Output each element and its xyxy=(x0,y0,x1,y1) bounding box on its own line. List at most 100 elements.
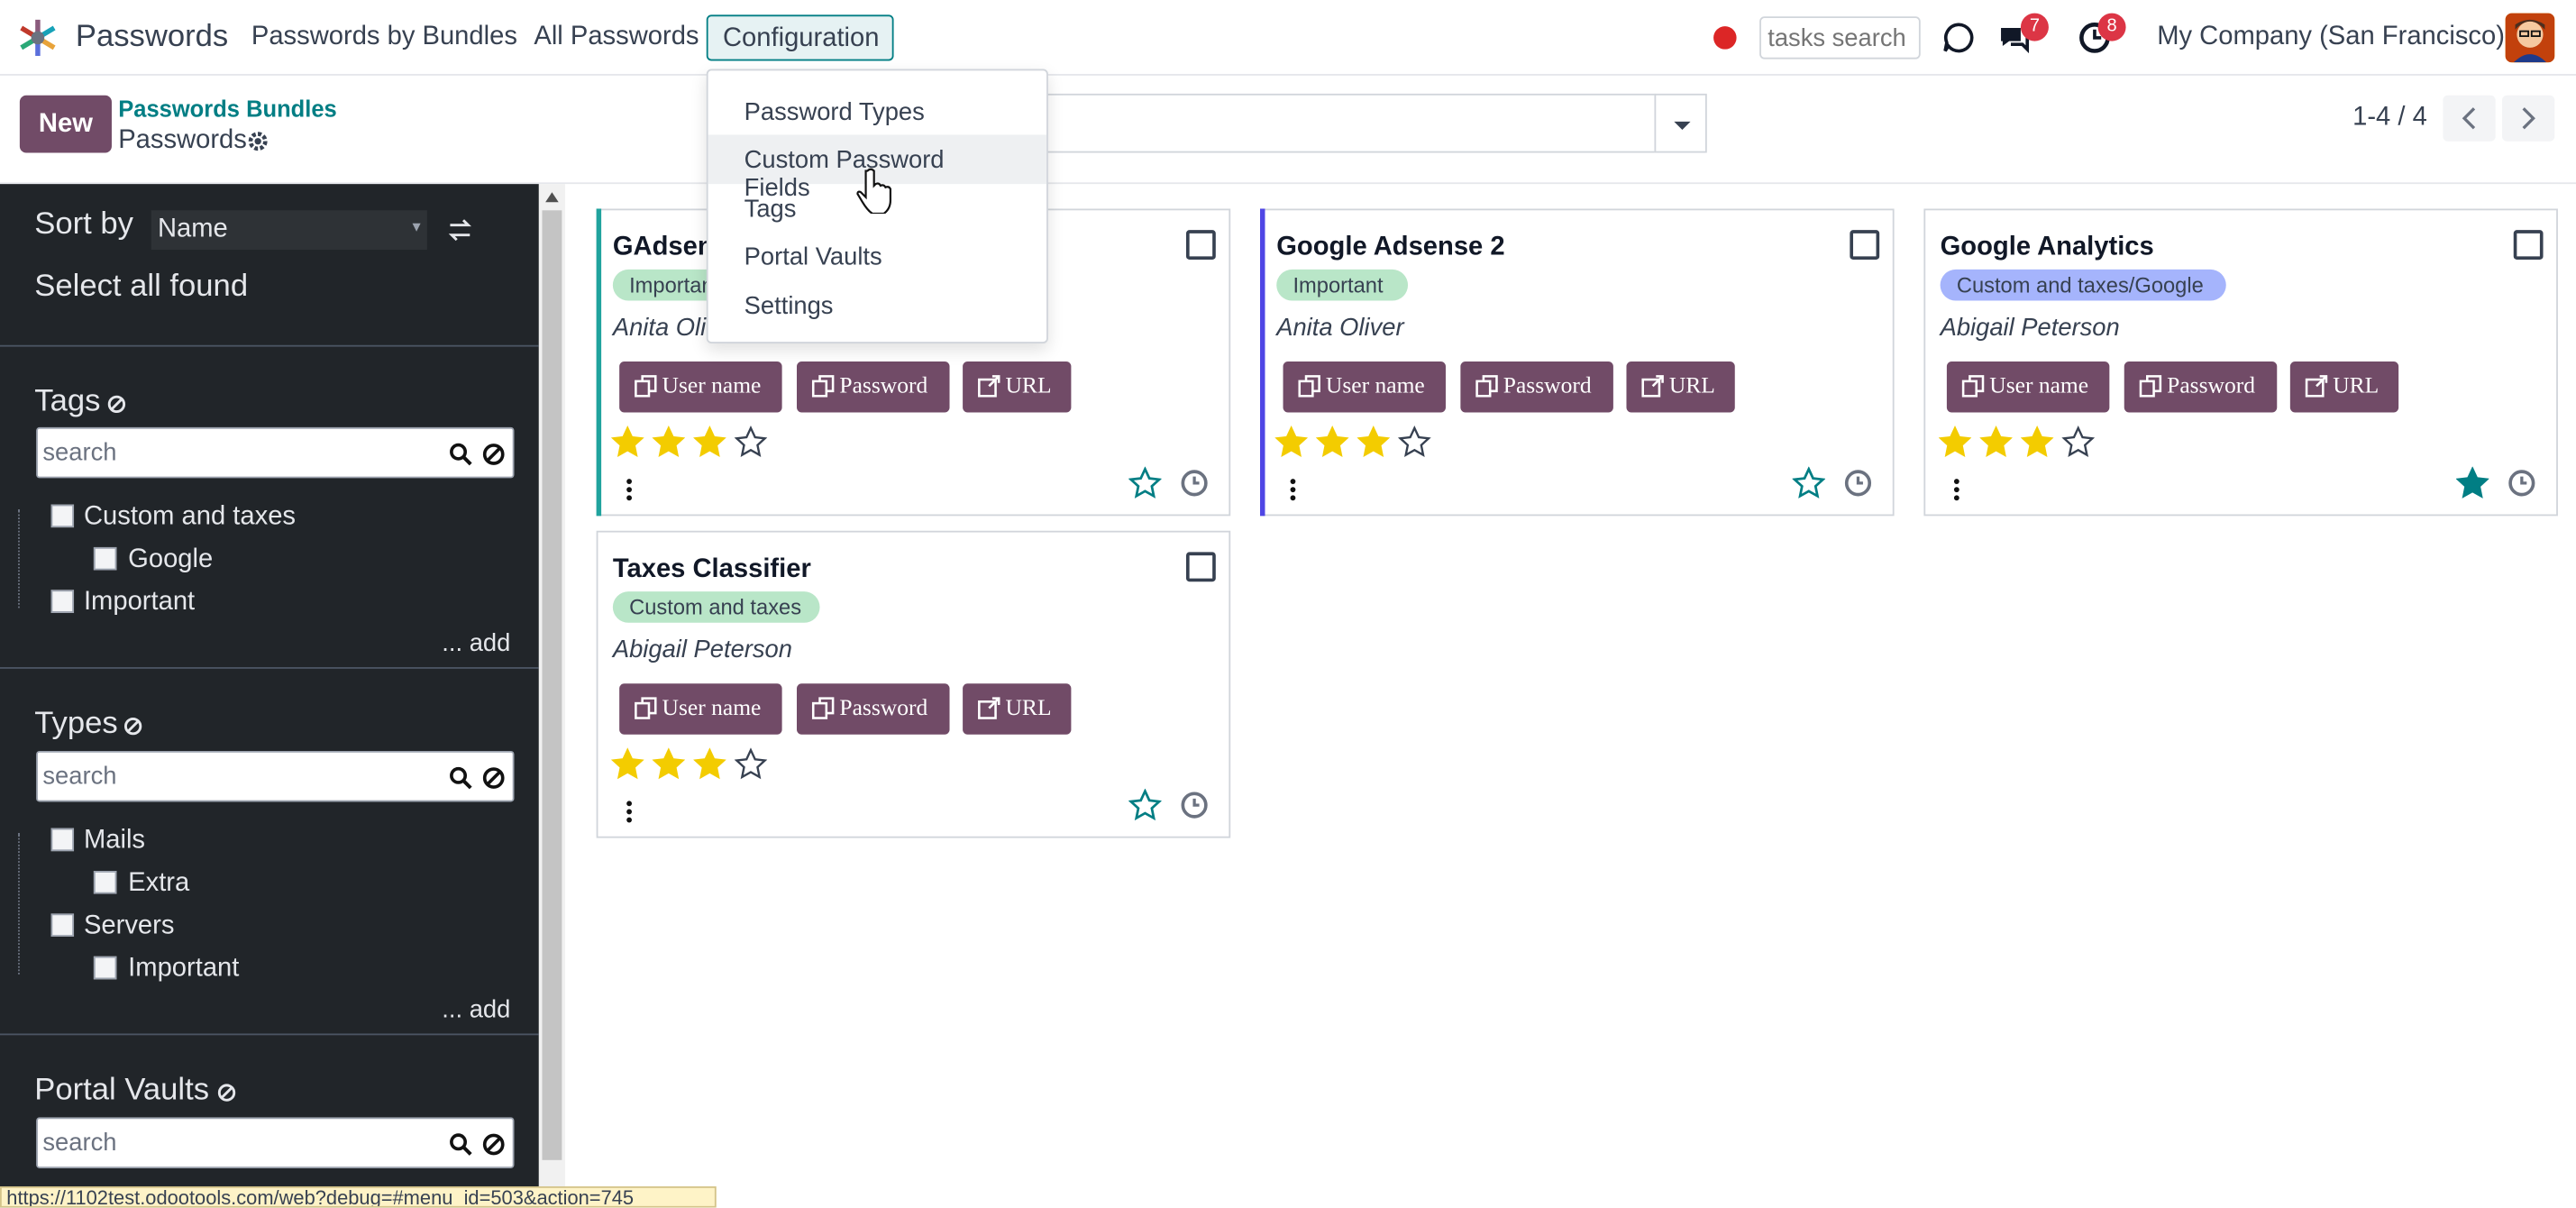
open-url-button[interactable]: URL xyxy=(963,683,1072,735)
copy-password-button[interactable]: Password xyxy=(2124,361,2278,413)
type-item-important[interactable]: Important xyxy=(128,955,239,984)
copy-password-button[interactable]: Password xyxy=(1460,361,1613,413)
portal-vaults-search-input[interactable]: search xyxy=(36,1117,515,1168)
new-button[interactable]: New xyxy=(19,95,112,153)
copy-password-button[interactable]: Password xyxy=(797,683,950,735)
favorite-star-icon[interactable] xyxy=(1128,466,1162,499)
star-filled-icon[interactable] xyxy=(652,747,686,780)
star-filled-icon[interactable] xyxy=(1357,426,1391,458)
copy-username-button[interactable]: User name xyxy=(619,361,782,413)
search-icon[interactable] xyxy=(449,1132,473,1157)
menu-item-portal-vaults[interactable]: Portal Vaults xyxy=(708,232,1046,281)
pager-previous-button[interactable] xyxy=(2443,95,2496,142)
clear-filter-icon[interactable] xyxy=(123,717,143,737)
types-search-input[interactable]: search xyxy=(36,750,515,802)
favorite-star-icon[interactable] xyxy=(1792,466,1826,499)
pager-value[interactable]: 1-4 / 4 xyxy=(2352,104,2427,133)
star-empty-icon[interactable] xyxy=(734,747,768,780)
tag-checkbox-google[interactable] xyxy=(93,546,117,571)
activity-clock-icon[interactable] xyxy=(1180,468,1210,498)
tags-search-input[interactable]: search xyxy=(36,426,515,479)
tag-checkbox-important[interactable] xyxy=(50,590,75,613)
types-add-link[interactable]: ... add xyxy=(442,996,510,1024)
sort-by-select[interactable]: Name ▾ xyxy=(151,210,427,251)
copy-username-button[interactable]: User name xyxy=(1946,361,2110,413)
star-filled-icon[interactable] xyxy=(652,426,686,458)
star-empty-icon[interactable] xyxy=(734,426,768,458)
company-switcher[interactable]: My Company (San Francisco) xyxy=(2157,23,2505,53)
tag-item-important[interactable]: Important xyxy=(84,589,195,618)
open-url-button[interactable]: URL xyxy=(2289,361,2399,413)
card-menu-icon[interactable] xyxy=(625,478,635,501)
card-title[interactable]: Taxes Classifier xyxy=(613,555,811,585)
star-empty-icon[interactable] xyxy=(1398,426,1431,458)
card-select-checkbox[interactable] xyxy=(1850,230,1880,260)
favorite-star-icon[interactable] xyxy=(2455,466,2489,499)
star-filled-icon[interactable] xyxy=(1274,426,1308,458)
password-card[interactable]: Taxes Classifier Custom and taxes Abigail … xyxy=(596,530,1231,838)
card-select-checkbox[interactable] xyxy=(1185,230,1216,260)
select-all-found[interactable]: Select all found xyxy=(34,270,248,306)
clear-search-icon[interactable] xyxy=(481,442,506,466)
copy-username-button[interactable]: User name xyxy=(619,683,782,735)
favorite-star-icon[interactable] xyxy=(1128,788,1162,821)
star-filled-icon[interactable] xyxy=(693,426,726,458)
gear-icon[interactable] xyxy=(246,130,269,153)
activity-clock-icon[interactable] xyxy=(1843,468,1873,498)
activity-clock-icon[interactable] xyxy=(2507,468,2536,498)
search-icon[interactable] xyxy=(449,442,473,466)
user-avatar[interactable] xyxy=(2505,13,2555,63)
type-checkbox-servers[interactable] xyxy=(50,913,75,937)
card-title[interactable]: Google Adsense 2 xyxy=(1276,233,1504,263)
clear-filter-icon[interactable] xyxy=(106,394,126,414)
type-item-extra[interactable]: Extra xyxy=(128,869,189,899)
star-filled-icon[interactable] xyxy=(611,747,644,780)
card-title[interactable]: Google Analytics xyxy=(1941,233,2154,263)
tag-checkbox-custom-and-taxes[interactable] xyxy=(50,504,75,528)
star-filled-icon[interactable] xyxy=(693,747,726,780)
clear-search-icon[interactable] xyxy=(481,1132,506,1157)
type-checkbox-extra[interactable] xyxy=(93,871,117,894)
tasks-search-input[interactable] xyxy=(1759,16,1921,59)
tag-item-google[interactable]: Google xyxy=(128,545,213,575)
card-menu-icon[interactable] xyxy=(1288,478,1298,501)
clear-search-icon[interactable] xyxy=(481,765,506,790)
type-item-mails[interactable]: Mails xyxy=(84,827,145,856)
password-card[interactable]: Google Analytics Custom and taxes/Google A… xyxy=(1923,208,2558,517)
menu-item-settings[interactable]: Settings xyxy=(708,281,1046,331)
star-filled-icon[interactable] xyxy=(1938,426,1972,458)
discuss-icon[interactable] xyxy=(1941,20,1977,56)
star-empty-icon[interactable] xyxy=(2061,426,2095,458)
menu-configuration[interactable]: Configuration xyxy=(706,14,894,61)
star-filled-icon[interactable] xyxy=(611,426,644,458)
menu-passwords-by-bundles[interactable]: Passwords by Bundles xyxy=(251,23,517,53)
scrollbar-thumb[interactable] xyxy=(542,210,562,1160)
open-url-button[interactable]: URL xyxy=(963,361,1072,413)
star-filled-icon[interactable] xyxy=(1315,426,1349,458)
star-filled-icon[interactable] xyxy=(1979,426,2013,458)
copy-password-button[interactable]: Password xyxy=(797,361,950,413)
clear-filter-icon[interactable] xyxy=(217,1083,237,1103)
copy-username-button[interactable]: User name xyxy=(1283,361,1446,413)
password-card[interactable]: Google Adsense 2 Important Anita Oliver Use… xyxy=(1260,208,1895,517)
activity-clock-icon[interactable] xyxy=(1180,791,1210,820)
menu-all-passwords[interactable]: All Passwords xyxy=(534,23,699,53)
type-checkbox-mails[interactable] xyxy=(50,828,75,852)
type-checkbox-important[interactable] xyxy=(93,956,117,980)
star-filled-icon[interactable] xyxy=(2020,426,2054,458)
sort-direction-icon[interactable] xyxy=(447,217,473,243)
type-item-servers[interactable]: Servers xyxy=(84,912,174,942)
scroll-up-arrow-icon[interactable] xyxy=(545,192,559,203)
search-icon[interactable] xyxy=(449,765,473,790)
search-options-toggle[interactable] xyxy=(1654,93,1707,153)
pager-next-button[interactable] xyxy=(2501,95,2555,142)
apps-menu-icon[interactable] xyxy=(14,14,63,63)
menu-item-password-types[interactable]: Password Types xyxy=(708,87,1046,137)
card-menu-icon[interactable] xyxy=(625,801,635,824)
card-menu-icon[interactable] xyxy=(1951,478,1961,501)
card-select-checkbox[interactable] xyxy=(1185,552,1216,582)
search-input[interactable] xyxy=(1045,93,1657,153)
tag-item-custom-and-taxes[interactable]: Custom and taxes xyxy=(84,503,296,533)
tags-add-link[interactable]: ... add xyxy=(442,629,510,657)
open-url-button[interactable]: URL xyxy=(1626,361,1735,413)
